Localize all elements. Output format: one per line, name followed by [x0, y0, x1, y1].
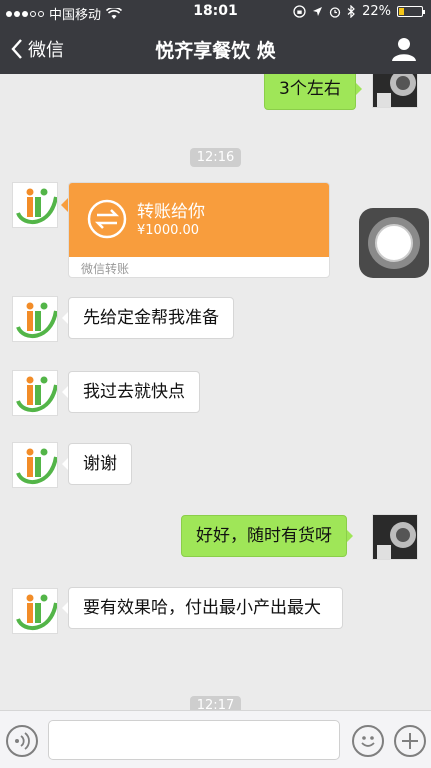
my-avatar[interactable]: [372, 74, 418, 108]
timestamp-label: 12:17: [189, 696, 242, 710]
battery-icon: [397, 6, 425, 17]
voice-icon: [15, 732, 30, 750]
voice-button[interactable]: [6, 725, 38, 757]
transfer-footer: 微信转账: [81, 262, 130, 276]
chevron-left-icon: [11, 39, 22, 59]
chat-area[interactable]: 3个左右 12:16 转账给你 ¥1000.00 微信转账 先给定金帮我准备 我…: [0, 74, 431, 710]
top-bar: 中国移动 18:01 22% 微信 悦齐享餐饮 焕: [0, 0, 431, 74]
contact-avatar[interactable]: [12, 296, 58, 342]
bluetooth-icon: [347, 5, 355, 18]
message-bubble-in[interactable]: 要有效果哈，付出最小产出最大: [62, 587, 343, 629]
emoji-icon: [361, 736, 375, 747]
bubble-tail: [61, 198, 68, 212]
assistive-center: [375, 224, 413, 262]
contact-logo-icon: [13, 297, 57, 341]
chat-title: 悦齐享餐饮 焕: [155, 40, 276, 62]
message-bubble-out[interactable]: 好好，随时有货呀: [181, 515, 353, 557]
back-button[interactable]: 微信: [10, 36, 64, 62]
location-icon: [313, 7, 323, 16]
transfer-arrows-icon: [87, 199, 127, 239]
timestamp: 12:16: [0, 146, 431, 167]
contact-logo-icon: [13, 443, 57, 487]
message-bubble-in[interactable]: 谢谢: [62, 443, 132, 485]
rotation-lock-icon: [293, 5, 306, 18]
person-icon[interactable]: [391, 36, 417, 62]
timestamp-label: 12:16: [189, 148, 242, 167]
battery-percent: 22%: [362, 4, 391, 19]
transfer-title: 转账给你: [137, 202, 205, 222]
contact-avatar[interactable]: [12, 442, 58, 488]
my-avatar[interactable]: [372, 514, 418, 560]
message-bubble-in[interactable]: 我过去就快点: [62, 371, 200, 413]
message-input[interactable]: [48, 720, 340, 760]
status-right: 22%: [293, 4, 425, 19]
contact-logo-icon: [13, 183, 57, 227]
message-bubble-in[interactable]: 先给定金帮我准备: [62, 297, 234, 339]
plus-icon: [402, 733, 418, 749]
message-bubble-out[interactable]: 3个左右: [264, 74, 362, 110]
avatar-image-icon: [373, 515, 417, 559]
timestamp: 12:17: [0, 694, 431, 710]
assistive-touch-button[interactable]: [359, 208, 429, 278]
transfer-amount: ¥1000.00: [137, 223, 200, 238]
more-button[interactable]: [394, 725, 426, 757]
contact-avatar[interactable]: [12, 182, 58, 228]
contact-logo-icon: [13, 371, 57, 415]
input-bar: [0, 710, 431, 768]
contact-logo-icon: [13, 589, 57, 633]
nav-bar: 微信 悦齐享餐饮 焕: [0, 24, 431, 74]
status-bar: 中国移动 18:01 22%: [0, 0, 431, 24]
contact-avatar[interactable]: [12, 370, 58, 416]
back-label: 微信: [28, 40, 64, 61]
alarm-icon: [329, 6, 341, 18]
battery-fill: [399, 8, 404, 15]
contact-avatar[interactable]: [12, 588, 58, 634]
avatar-image-icon: [373, 74, 417, 107]
emoji-button[interactable]: [352, 725, 384, 757]
transfer-card[interactable]: 转账给你 ¥1000.00 微信转账: [68, 182, 330, 278]
